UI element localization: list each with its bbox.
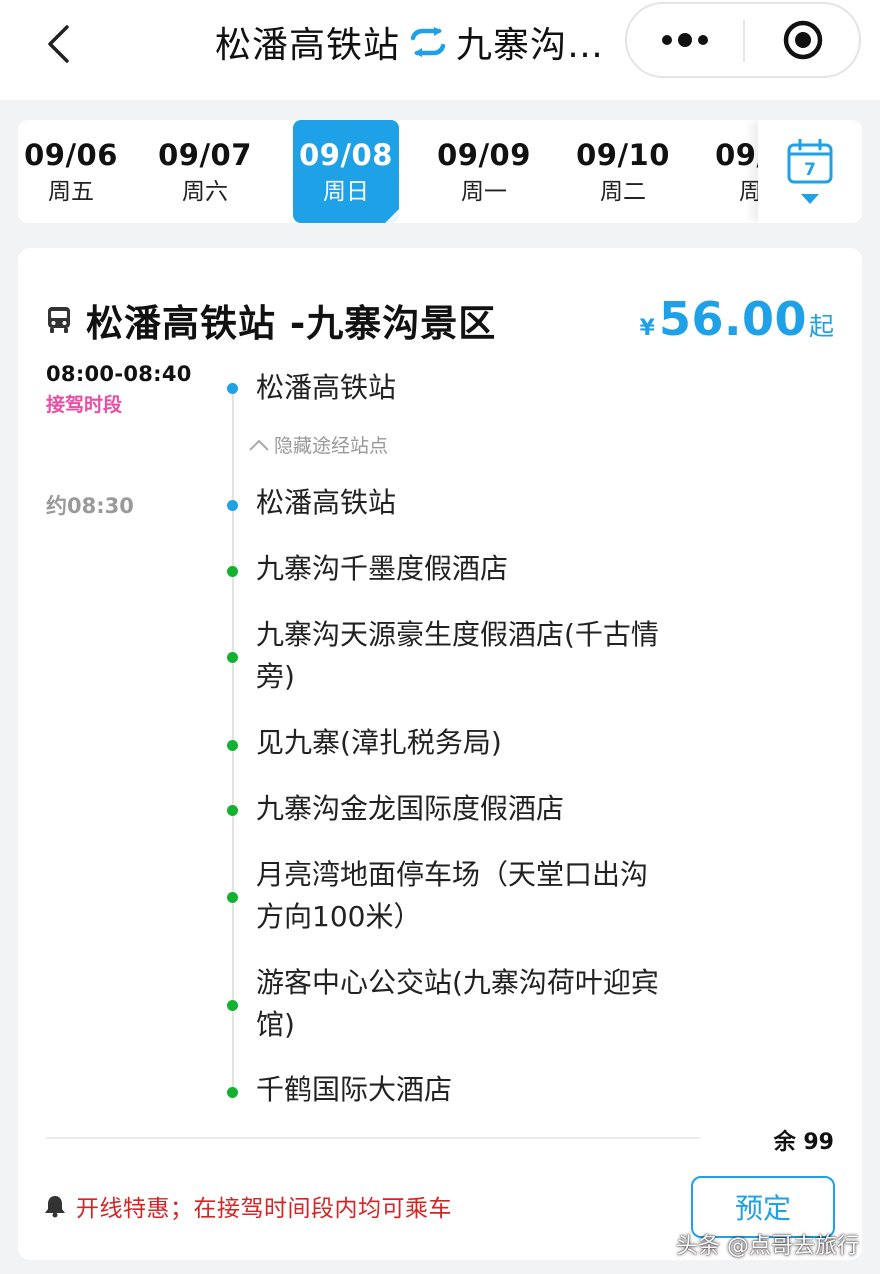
stop-item: 千鹤国际大酒店 <box>256 1073 453 1106</box>
toggle-label: 隐藏途经站点 <box>274 435 389 457</box>
date-tab[interactable]: 09/06 周五 <box>18 120 124 223</box>
date-label: 09/06 <box>24 138 118 172</box>
bus-icon <box>48 307 70 333</box>
caret-down-icon <box>801 193 819 204</box>
route-header: 松潘高铁站 -九寨沟景区 <box>46 294 496 346</box>
weekday-label: 周二 <box>600 179 646 205</box>
stop-item: 见九寨(漳扎税务局) <box>256 726 502 759</box>
swap-icon[interactable] <box>408 22 448 62</box>
weekday-label: 周六 <box>182 179 228 205</box>
chevron-up-icon <box>249 439 269 451</box>
stop-dot <box>227 1087 238 1098</box>
date-label: 09/09 <box>437 138 531 172</box>
miniapp-capsule <box>625 2 861 78</box>
stop-dot <box>227 1000 238 1011</box>
divider <box>46 1137 700 1139</box>
stop-item: 九寨沟金龙国际度假酒店 <box>256 792 565 825</box>
stop-dot <box>227 652 238 663</box>
date-tab[interactable]: 09/07 周六 <box>152 120 258 223</box>
route-name: 松潘高铁站 -九寨沟景区 <box>86 302 497 345</box>
watermark: 头条 @点哥去旅行 <box>676 1234 859 1259</box>
stop-item: 九寨沟天源豪生度假酒店(千古情旁) <box>256 618 659 693</box>
weekday-label: 周日 <box>323 179 369 205</box>
more-button[interactable] <box>627 4 743 76</box>
top-nav-bar: 松潘高铁站 九寨沟… <box>0 0 880 100</box>
stop-item: 游客中心公交站(九寨沟荷叶迎宾馆) <box>256 966 659 1041</box>
route-card[interactable]: 松潘高铁站 -九寨沟景区 ¥ 56.00 起 08:00-08:40 接驾时段 … <box>18 248 862 1260</box>
notice-text: 开线特惠；在接驾时间段内均可乘车 <box>76 1196 452 1222</box>
pickup-label: 接驾时段 <box>46 394 123 416</box>
date-tab[interactable]: 09/10 周二 <box>570 120 676 223</box>
stop-item: 九寨沟千墨度假酒店 <box>256 552 509 585</box>
date-tab[interactable]: 09/09 周一 <box>431 120 537 223</box>
more-dots-icon <box>662 33 708 47</box>
promo-notice: 开线特惠；在接驾时间段内均可乘车 <box>44 1188 452 1224</box>
stop-dot <box>227 892 238 903</box>
origin-stop: 松潘高铁站 <box>256 371 397 404</box>
date-label: 09/10 <box>576 138 670 172</box>
stop-dot <box>227 805 238 816</box>
page-title: 松潘高铁站 九寨沟… <box>215 14 604 70</box>
date-selector: 09/06 周五 09/07 周六 09/08 周日 09/09 周一 09/1… <box>18 120 862 223</box>
date-label: 09/07 <box>158 138 252 172</box>
stop-dot <box>227 740 238 751</box>
currency-symbol: ¥ <box>639 316 655 341</box>
price: ¥ 56.00 起 <box>640 292 834 346</box>
origin-dot <box>227 383 238 394</box>
weekday-label: 周一 <box>461 179 507 205</box>
calendar-button[interactable]: 7 <box>758 120 862 223</box>
close-miniapp-button[interactable] <box>745 4 861 76</box>
back-button[interactable] <box>30 16 86 72</box>
stop-dot <box>227 500 238 511</box>
stop-item: 松潘高铁站 <box>256 486 397 519</box>
price-suffix: 起 <box>808 312 834 341</box>
bell-icon <box>45 1196 65 1218</box>
stop-item: 月亮湾地面停车场（天堂口出沟方向100米） <box>256 858 649 933</box>
calendar-icon: 7 <box>787 138 833 183</box>
date-label: 09/08 <box>299 138 393 172</box>
calendar-day: 7 <box>804 160 816 180</box>
pickup-time-range: 08:00-08:40 <box>46 362 192 386</box>
approx-arrival-time: 约08:30 <box>46 494 134 518</box>
title-destination: 九寨沟… <box>456 25 605 66</box>
chevron-left-icon <box>48 25 69 63</box>
title-origin: 松潘高铁站 <box>215 25 401 66</box>
hide-stops-toggle[interactable]: 隐藏途经站点 <box>248 431 388 458</box>
weekday-label: 周五 <box>48 179 94 205</box>
stop-dot <box>227 566 238 577</box>
remaining-seats: 余 99 <box>773 1130 834 1155</box>
date-tab-selected[interactable]: 09/08 周日 <box>293 120 399 223</box>
target-circle-icon <box>783 20 823 60</box>
price-value: 56.00 <box>658 292 807 346</box>
